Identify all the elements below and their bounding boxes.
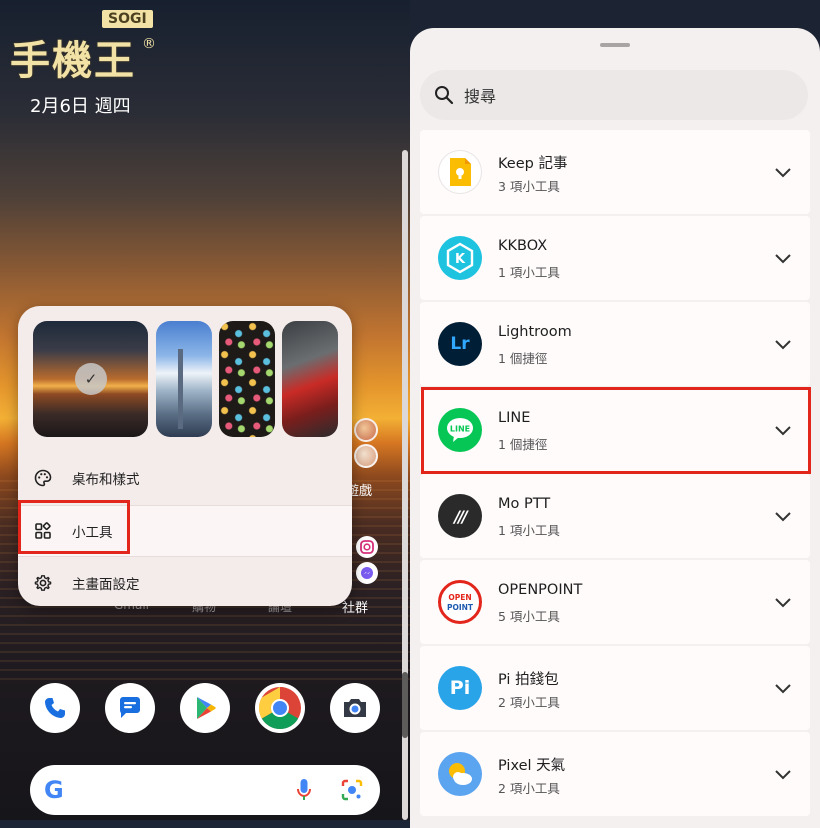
app-row-keep[interactable]: Keep 記事 3 項小工具: [420, 130, 810, 214]
widget-count: 2 項小工具: [498, 695, 560, 710]
app-name: Pixel 天氣: [498, 758, 566, 774]
google-logo: G: [44, 776, 64, 804]
widget-count: 2 項小工具: [498, 781, 560, 796]
wallpaper-style-label: 桌布和樣式: [72, 472, 140, 488]
messages-icon[interactable]: [105, 683, 155, 733]
camera-icon[interactable]: [330, 683, 380, 733]
shortcut-count: 1 個捷徑: [498, 351, 548, 366]
app-name: Keep 記事: [498, 156, 568, 172]
wallpaper-style-menu-item[interactable]: 桌布和樣式: [18, 452, 352, 504]
pi-wallet-icon: Pi: [438, 666, 482, 710]
scrollbar-thumb[interactable]: [402, 672, 408, 738]
openpoint-bottom: POINT: [447, 603, 474, 612]
google-search-bar[interactable]: G: [30, 765, 380, 815]
wallpaper-abstract-thumb[interactable]: [282, 321, 338, 437]
keep-icon: [438, 150, 482, 194]
messenger-icon[interactable]: [356, 562, 378, 584]
games-folder[interactable]: [354, 418, 380, 470]
mo-ptt-icon: ///: [438, 494, 482, 538]
wallpaper-sunset-thumb[interactable]: ✓: [33, 321, 148, 437]
home-longpress-menu: ✓ 桌布和樣式 小工具 主畫面設定: [18, 306, 352, 606]
app-row-pi-wallet[interactable]: Pi Pi 拍錢包 2 項小工具: [420, 646, 810, 730]
lightroom-letters: Lr: [450, 334, 470, 354]
widget-count: 5 項小工具: [498, 609, 560, 624]
app-name: Mo PTT: [498, 496, 551, 512]
highlight-box-widgets: [18, 500, 130, 554]
chevron-down-icon[interactable]: [774, 680, 792, 694]
search-icon: [434, 85, 454, 105]
app-name: Lightroom: [498, 324, 572, 340]
instagram-icon[interactable]: [356, 536, 378, 558]
lightroom-icon: Lr: [438, 322, 482, 366]
tower-silhouette: [178, 349, 183, 429]
chevron-down-icon[interactable]: [774, 766, 792, 780]
date-widget[interactable]: 2月6日 週四: [30, 92, 131, 118]
watermark-logo: 手機王 SOGI ®: [6, 10, 158, 94]
mic-icon[interactable]: [296, 778, 312, 806]
registered-mark: ®: [142, 36, 156, 52]
kkbox-letter: K: [455, 252, 466, 267]
lens-icon[interactable]: [340, 778, 364, 806]
chevron-down-icon[interactable]: [774, 164, 792, 178]
kkbox-icon: K: [438, 236, 482, 280]
chevron-down-icon[interactable]: [774, 508, 792, 522]
openpoint-top: OPEN: [448, 593, 471, 602]
chevron-down-icon[interactable]: [774, 336, 792, 350]
game-app-icon: [354, 418, 378, 442]
wallpaper-city-thumb[interactable]: [156, 321, 212, 437]
play-store-icon[interactable]: [180, 683, 230, 733]
widget-count: 1 項小工具: [498, 523, 560, 538]
app-row-openpoint[interactable]: OPEN POINT OPENPOINT 5 項小工具: [420, 560, 810, 644]
pixel-weather-icon: [438, 752, 482, 796]
chrome-icon[interactable]: [255, 683, 305, 733]
app-name: OPENPOINT: [498, 582, 583, 598]
home-settings-label: 主畫面設定: [72, 577, 140, 593]
widget-search-input[interactable]: 搜尋: [420, 70, 808, 120]
chevron-down-icon[interactable]: [774, 594, 792, 608]
gear-icon: [32, 572, 54, 594]
selected-check-icon: ✓: [75, 363, 107, 395]
home-screen: 手機王 SOGI ® 2月6日 週四 遊戲 社群 Gmail 購物 論壇 ✓: [0, 0, 410, 820]
app-row-mopt[interactable]: /// Mo PTT 1 項小工具: [420, 474, 810, 558]
widget-count: 3 項小工具: [498, 179, 560, 194]
app-row-pixel-weather[interactable]: Pixel 天氣 2 項小工具: [420, 732, 810, 816]
phone-icon[interactable]: [30, 683, 80, 733]
pattern-overlay: [219, 321, 275, 437]
app-row-lightroom[interactable]: Lr Lightroom 1 個捷徑: [420, 302, 810, 386]
home-settings-menu-item[interactable]: 主畫面設定: [18, 557, 352, 606]
openpoint-icon: OPEN POINT: [438, 580, 482, 624]
watermark-badge: SOGI: [102, 10, 153, 28]
game-app-icon: [354, 444, 378, 468]
widget-count: 1 項小工具: [498, 265, 560, 280]
mo-ptt-glyph: ///: [454, 506, 467, 526]
pi-letters: Pi: [449, 677, 471, 699]
chevron-down-icon[interactable]: [774, 250, 792, 264]
watermark-text: 手機王: [10, 37, 136, 84]
app-name: Pi 拍錢包: [498, 672, 559, 688]
app-name: KKBOX: [498, 238, 548, 254]
search-placeholder: 搜尋: [464, 87, 497, 106]
drag-handle[interactable]: [600, 43, 630, 47]
palette-icon: [32, 467, 54, 489]
highlight-box-line: [421, 387, 811, 474]
app-row-kkbox[interactable]: K KKBOX 1 項小工具: [420, 216, 810, 300]
wallpaper-pattern-thumb[interactable]: [219, 321, 275, 437]
